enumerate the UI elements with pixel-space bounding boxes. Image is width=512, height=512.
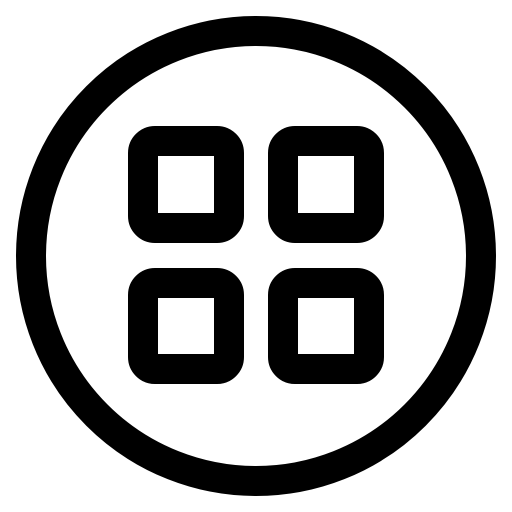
grid-tile-top-left <box>128 126 244 243</box>
icon-canvas <box>0 0 512 512</box>
grid-tile-top-right <box>268 126 384 243</box>
grid-circle-icon <box>16 16 496 496</box>
grid-tiles <box>128 126 384 384</box>
outer-ring <box>16 16 496 496</box>
grid-tile-bottom-left <box>128 268 244 384</box>
grid-tile-bottom-right <box>268 268 384 384</box>
